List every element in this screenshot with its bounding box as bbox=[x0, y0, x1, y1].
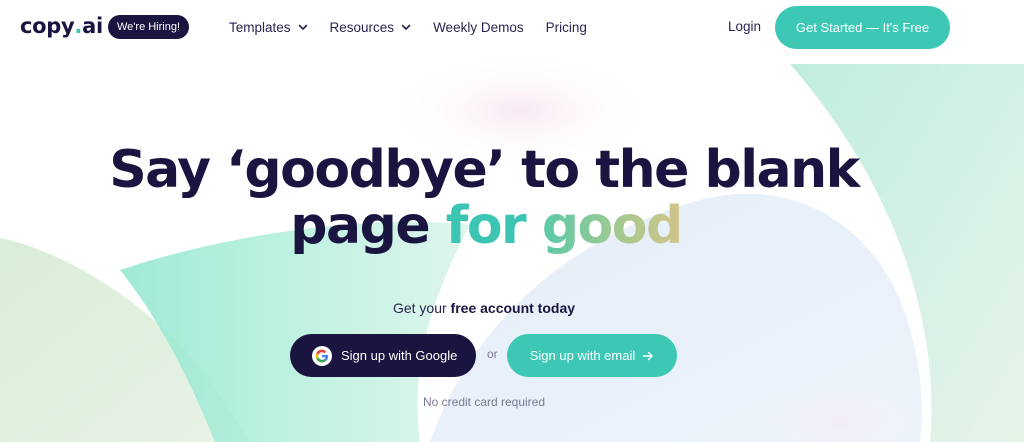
hiring-badge[interactable]: We're Hiring! bbox=[108, 15, 190, 39]
logo-text: copy bbox=[20, 14, 75, 38]
free-account-subtitle: Get your free account today bbox=[0, 300, 996, 316]
logo-dot: . bbox=[74, 14, 83, 38]
nav-weekly-demos[interactable]: Weekly Demos bbox=[433, 20, 524, 35]
headline-word-page: page bbox=[290, 196, 430, 256]
login-link[interactable]: Login bbox=[728, 19, 761, 34]
sign-up-email-label: Sign up with email bbox=[529, 348, 636, 363]
main-nav: Templates Resources Weekly Demos Pricing bbox=[229, 0, 587, 54]
sign-up-email-button[interactable]: Sign up with email bbox=[507, 334, 677, 377]
google-icon bbox=[312, 345, 332, 366]
sign-up-google-label: Sign up with Google bbox=[341, 348, 458, 363]
headline-line-1: Say ‘goodbye’ to the blank bbox=[109, 140, 860, 200]
nav-resources-label: Resources bbox=[329, 19, 395, 35]
sign-up-google-button[interactable]: Sign up with Google bbox=[290, 334, 476, 377]
nav-resources[interactable]: Resources bbox=[330, 20, 412, 35]
nav-pricing[interactable]: Pricing bbox=[546, 20, 587, 35]
hero-section: Say ‘goodbye’ to the blank page for good… bbox=[0, 0, 1024, 442]
headline-word-good: good bbox=[541, 196, 683, 256]
nav-templates-label: Templates bbox=[229, 19, 291, 35]
copyai-logo[interactable]: copy. ai bbox=[20, 14, 103, 38]
subtitle-prefix: Get your bbox=[392, 300, 447, 316]
no-credit-card-note: No credit card required bbox=[422, 395, 546, 409]
top-navigation: copy. ai We're Hiring! Templates Resource… bbox=[0, 0, 1024, 60]
chevron-down-icon bbox=[298, 24, 307, 30]
google-g-icon bbox=[315, 349, 329, 362]
nav-templates[interactable]: Templates bbox=[229, 20, 308, 35]
headline-word-for: for bbox=[445, 196, 527, 256]
logo-suffix: ai bbox=[82, 14, 103, 38]
chevron-down-icon bbox=[401, 24, 411, 30]
get-started-button[interactable]: Get Started — It's Free bbox=[775, 6, 950, 49]
or-separator: or bbox=[487, 347, 498, 361]
arrow-right-icon bbox=[643, 351, 653, 360]
subtitle-bold: free account today bbox=[450, 300, 576, 316]
headline-line-2: page for good bbox=[0, 196, 998, 256]
